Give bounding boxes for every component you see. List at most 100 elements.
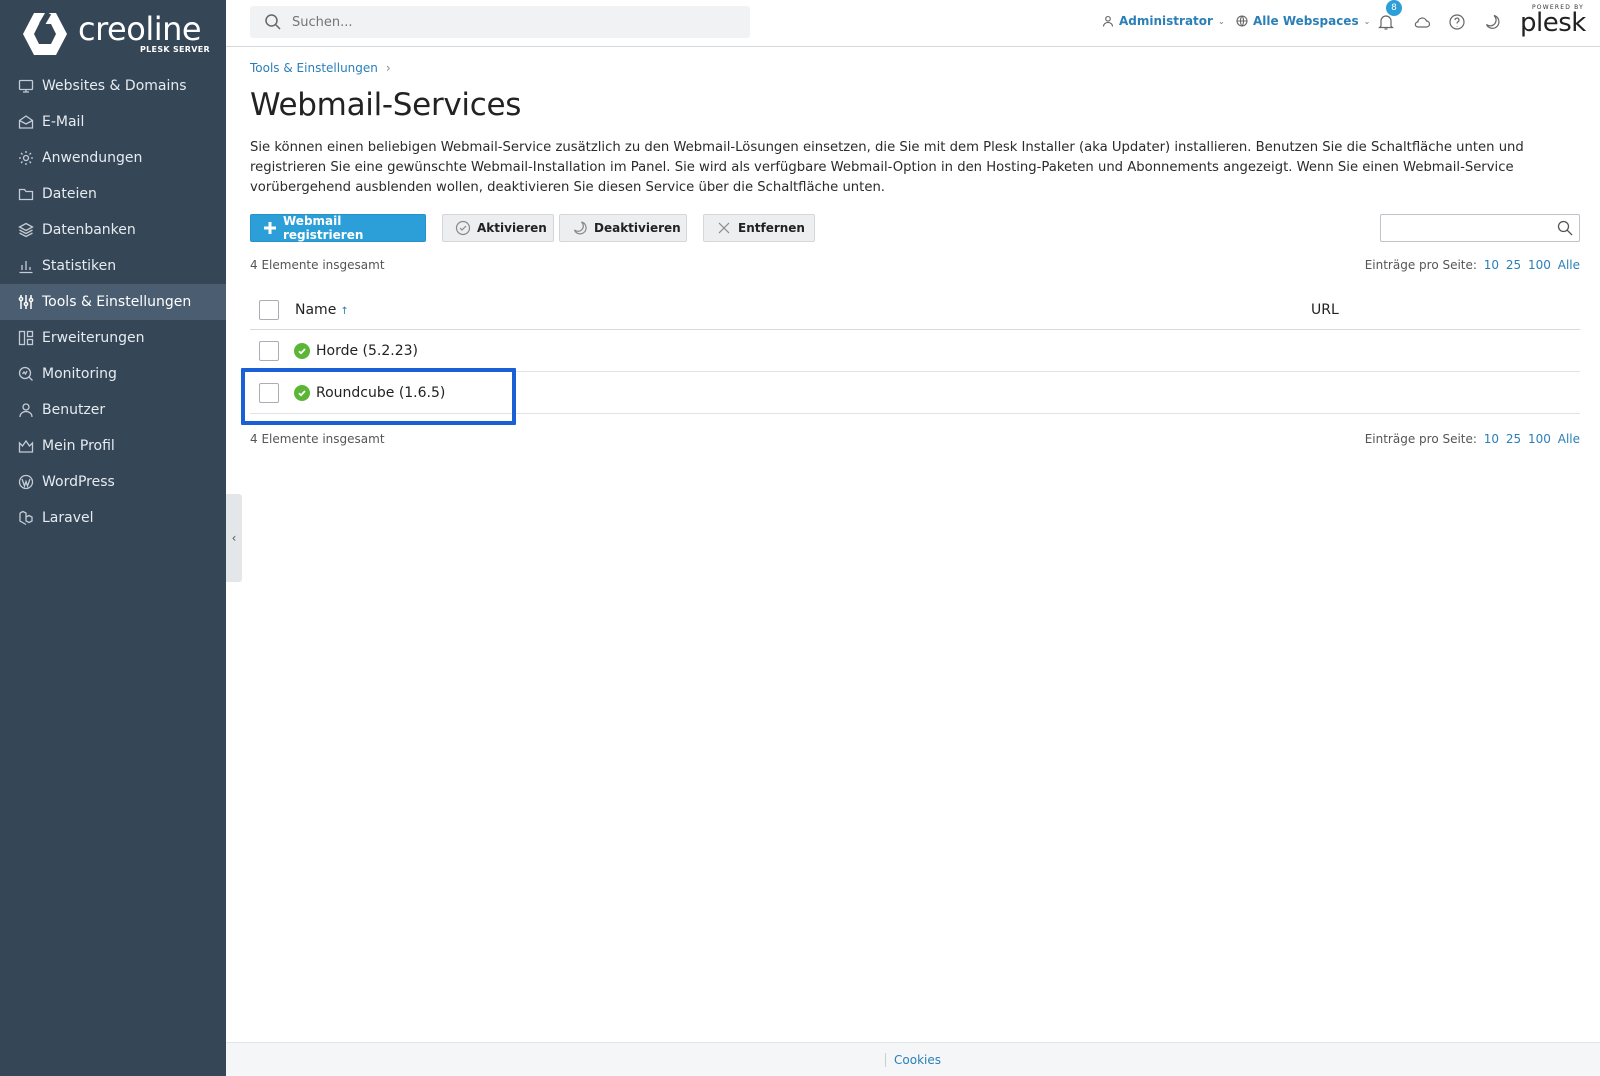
row-checkbox[interactable] xyxy=(259,382,279,403)
activate-button[interactable]: Aktivieren xyxy=(442,214,554,242)
column-header-name[interactable]: Name ↑ xyxy=(295,302,349,318)
sidebar-item-label: WordPress xyxy=(42,474,115,490)
close-icon xyxy=(716,220,732,236)
sidebar-item-wordpress[interactable]: WordPress xyxy=(0,464,226,500)
monitoring-icon xyxy=(18,366,34,382)
sidebar-item-datenbanken[interactable]: Datenbanken xyxy=(0,212,226,248)
sidebar-item-email[interactable]: E-Mail xyxy=(0,104,226,140)
gear-icon xyxy=(18,150,34,166)
per-page-label: Einträge pro Seite: xyxy=(1364,258,1477,272)
chevron-down-icon: ⌄ xyxy=(1217,16,1225,26)
page-title: Webmail-Services xyxy=(250,87,522,123)
search-input[interactable] xyxy=(292,14,732,30)
check-circle-icon xyxy=(455,220,471,236)
brand-subtitle: PLESK SERVER xyxy=(140,45,210,54)
register-webmail-button[interactable]: Webmail registrieren xyxy=(250,214,426,242)
sidebar-item-benutzer[interactable]: Benutzer xyxy=(0,392,226,428)
list-toolbar: Webmail registrieren Aktivieren Deaktivi… xyxy=(250,214,1580,242)
select-all-checkbox[interactable] xyxy=(259,299,279,320)
per-page-option-10[interactable]: 10 xyxy=(1484,258,1499,272)
moon-icon xyxy=(1485,14,1500,29)
main-content: Tools & Einstellungen › Webmail-Services… xyxy=(250,47,1580,450)
sidebar-item-mein-profil[interactable]: Mein Profil xyxy=(0,428,226,464)
crown-icon xyxy=(18,438,34,454)
cookies-link[interactable]: Cookies xyxy=(885,1052,941,1067)
sidebar-item-label: Datenbanken xyxy=(42,222,136,238)
sidebar-item-label: Tools & Einstellungen xyxy=(42,294,192,310)
per-page-option-100[interactable]: 100 xyxy=(1528,432,1551,446)
list-meta-bottom: 4 Elemente insgesamt Einträge pro Seite:… xyxy=(250,432,1580,450)
sidebar-item-dateien[interactable]: Dateien xyxy=(0,176,226,212)
sidebar-item-laravel[interactable]: Laravel xyxy=(0,500,226,536)
table-row: Horde (5.2.23) xyxy=(250,330,1580,372)
sidebar-item-label: E-Mail xyxy=(42,114,85,130)
plesk-logo[interactable]: POWERED BY plesk xyxy=(1520,4,1586,40)
globe-icon xyxy=(1236,15,1248,27)
status-ok-icon xyxy=(294,342,310,359)
total-count-label: 4 Elemente insgesamt xyxy=(250,432,385,446)
per-page-option-25[interactable]: 25 xyxy=(1506,432,1521,446)
webspaces-menu[interactable]: Alle Webspaces ⌄ xyxy=(1236,14,1370,28)
activate-label: Aktivieren xyxy=(477,221,547,235)
table-row: Roundcube (1.6.5) xyxy=(250,372,1580,414)
per-page-option-all[interactable]: Alle xyxy=(1558,258,1580,272)
column-name-label: Name xyxy=(295,301,337,318)
total-count-label: 4 Elemente insgesamt xyxy=(250,258,385,272)
search-icon xyxy=(265,14,281,30)
webspaces-menu-label: Alle Webspaces xyxy=(1253,14,1359,28)
per-page-selector: Einträge pro Seite: 10 25 100 Alle xyxy=(1365,432,1580,446)
sort-ascending-icon: ↑ xyxy=(340,305,349,317)
dark-mode-toggle[interactable] xyxy=(1482,12,1502,32)
deactivate-button[interactable]: Deaktivieren xyxy=(559,214,687,242)
sidebar-item-label: Anwendungen xyxy=(42,150,143,166)
breadcrumb: Tools & Einstellungen › xyxy=(250,61,1580,75)
user-menu-label: Administrator xyxy=(1119,14,1213,28)
column-header-url[interactable]: URL xyxy=(1311,302,1339,318)
extensions-icon xyxy=(18,330,34,346)
topbar: Administrator ⌄ Alle Webspaces ⌄ 8 POWER… xyxy=(226,0,1600,47)
page-description: Sie können einen beliebigen Webmail-Serv… xyxy=(250,140,1524,195)
sidebar-item-websites-domains[interactable]: Websites & Domains xyxy=(0,68,226,104)
chevron-down-icon: ⌄ xyxy=(1363,16,1371,26)
sidebar-item-erweiterungen[interactable]: Erweiterungen xyxy=(0,320,226,356)
list-search-input[interactable] xyxy=(1380,214,1580,242)
cloud-status-button[interactable] xyxy=(1412,12,1432,32)
per-page-option-10[interactable]: 10 xyxy=(1484,432,1499,446)
sidebar-item-label: Websites & Domains xyxy=(42,78,187,94)
list-meta-top: 4 Elemente insgesamt Einträge pro Seite:… xyxy=(250,258,1580,276)
per-page-option-all[interactable]: Alle xyxy=(1558,432,1580,446)
sidebar-item-monitoring[interactable]: Monitoring xyxy=(0,356,226,392)
per-page-option-25[interactable]: 25 xyxy=(1506,258,1521,272)
search-icon xyxy=(1557,220,1573,236)
sidebar-item-anwendungen[interactable]: Anwendungen xyxy=(0,140,226,176)
help-button[interactable] xyxy=(1447,12,1467,32)
sidebar-item-label: Statistiken xyxy=(42,258,117,274)
deactivate-label: Deaktivieren xyxy=(594,221,681,235)
remove-label: Entfernen xyxy=(738,221,805,235)
brand-logo[interactable]: creoline PLESK SERVER xyxy=(0,0,226,68)
per-page-option-100[interactable]: 100 xyxy=(1528,258,1551,272)
sidebar-item-label: Benutzer xyxy=(42,402,106,418)
wordpress-icon xyxy=(18,474,34,490)
cloud-icon xyxy=(1414,17,1431,28)
webmail-name[interactable]: Horde (5.2.23) xyxy=(316,343,418,359)
folder-icon xyxy=(18,186,34,202)
table-header: Name ↑ URL xyxy=(250,290,1580,330)
global-search[interactable] xyxy=(250,6,750,38)
monitor-icon xyxy=(18,78,34,94)
footer: Cookies xyxy=(226,1042,1600,1076)
webmail-name[interactable]: Roundcube (1.6.5) xyxy=(316,385,445,401)
sidebar-collapse-handle[interactable]: ‹ xyxy=(226,494,242,582)
sidebar-item-tools-einstellungen[interactable]: Tools & Einstellungen xyxy=(0,284,226,320)
user-menu[interactable]: Administrator ⌄ xyxy=(1102,14,1225,28)
brand-name: creoline xyxy=(78,10,202,48)
register-webmail-label: Webmail registrieren xyxy=(283,214,364,242)
remove-button[interactable]: Entfernen xyxy=(703,214,815,242)
breadcrumb-link-tools[interactable]: Tools & Einstellungen xyxy=(250,61,378,75)
plus-icon xyxy=(263,221,277,235)
user-icon xyxy=(1102,15,1114,27)
bar-chart-icon xyxy=(18,258,34,274)
breadcrumb-separator: › xyxy=(385,61,391,75)
row-checkbox[interactable] xyxy=(259,340,279,361)
sidebar-item-statistiken[interactable]: Statistiken xyxy=(0,248,226,284)
